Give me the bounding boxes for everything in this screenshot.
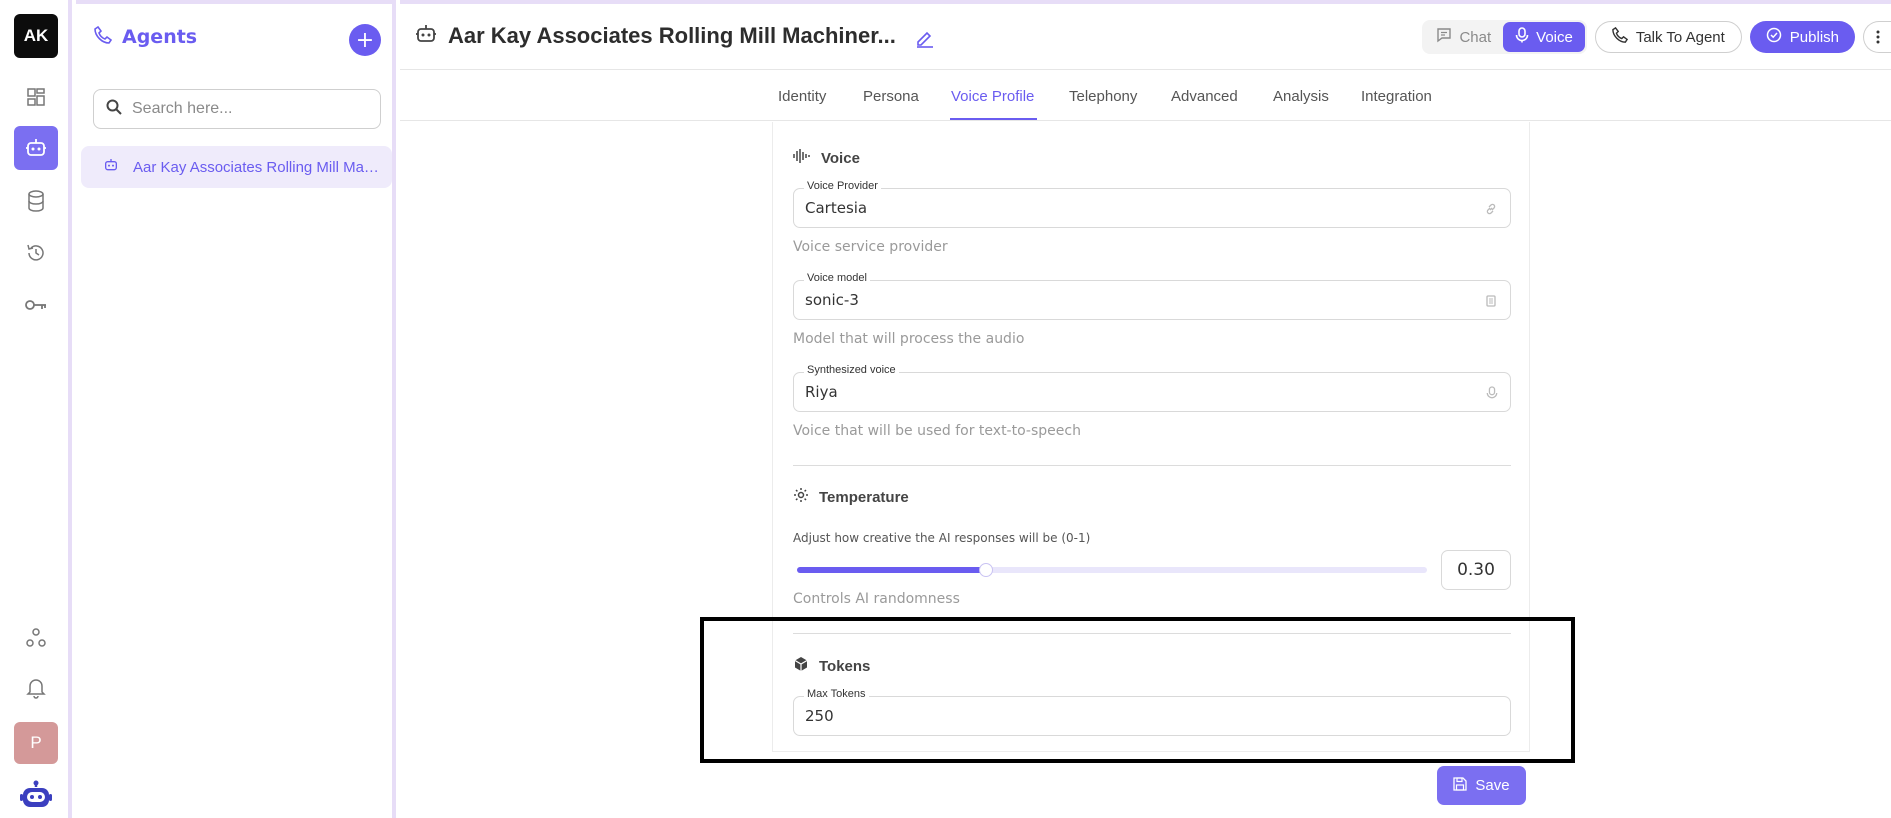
mode-toggle: Chat Voice <box>1422 20 1587 54</box>
phone-icon <box>94 25 113 48</box>
temperature-section-title: Temperature <box>819 488 909 506</box>
save-icon <box>1453 776 1468 795</box>
section-divider <box>793 465 1511 466</box>
voice-provider-value: Cartesia <box>805 199 868 217</box>
user-avatar[interactable]: P <box>14 722 58 764</box>
icon-rail: AK P <box>0 0 72 818</box>
publish-label: Publish <box>1789 28 1839 46</box>
chat-label: Chat <box>1459 28 1492 46</box>
voice-model-value: sonic-3 <box>805 291 859 309</box>
dashboard-icon[interactable] <box>14 75 58 119</box>
voice-mode-button[interactable]: Voice <box>1503 22 1585 52</box>
tab-telephony[interactable]: Telephony <box>1069 88 1137 105</box>
agent-title: Aar Kay Associates Rolling Mill Machiner… <box>448 23 896 48</box>
tab-voice-profile[interactable]: Voice Profile <box>951 88 1034 105</box>
header-actions: Chat Voice Talk To Agent Publish <box>1422 20 1891 54</box>
tab-integration[interactable]: Integration <box>1361 88 1432 105</box>
history-icon[interactable] <box>14 231 58 275</box>
temperature-slider-fill <box>797 567 986 573</box>
synthesized-voice-help: Voice that will be used for text-to-spee… <box>793 423 1081 439</box>
agents-panel: Agents + Aar Kay Associates Rolling Mill… <box>76 0 396 818</box>
voice-label: Voice <box>1536 28 1573 46</box>
chat-mode-button[interactable]: Chat <box>1424 22 1503 52</box>
tab-persona[interactable]: Persona <box>863 88 919 105</box>
active-tab-indicator <box>950 118 1037 120</box>
tab-identity[interactable]: Identity <box>778 88 826 105</box>
robot-icon <box>414 22 438 50</box>
agents-title: Agents <box>122 26 198 48</box>
temperature-slider[interactable] <box>797 563 1427 577</box>
profile-tabs: Identity Persona Voice Profile Telephony… <box>400 70 1891 121</box>
voice-section-header: Voice <box>793 148 860 168</box>
robot-icon[interactable] <box>14 126 58 170</box>
workspace-logo[interactable]: AK <box>14 14 58 58</box>
search-icon <box>106 99 122 119</box>
voice-provider-help: Voice service provider <box>793 239 948 255</box>
add-agent-button[interactable]: + <box>349 24 381 56</box>
mic-icon <box>1515 27 1529 47</box>
voice-provider-label: Voice Provider <box>804 180 881 192</box>
more-options-icon[interactable] <box>1863 21 1891 53</box>
agent-title-wrap: Aar Kay Associates Rolling Mill Machiner… <box>414 22 896 50</box>
chip-icon <box>1484 293 1498 312</box>
team-icon[interactable] <box>14 616 58 660</box>
temperature-value-input[interactable]: 0.30 <box>1441 550 1511 590</box>
talk-label: Talk To Agent <box>1635 28 1725 46</box>
voice-model-label: Voice model <box>804 272 870 284</box>
highlight-box <box>700 617 1575 763</box>
publish-button[interactable]: Publish <box>1749 21 1855 53</box>
robot-icon <box>103 157 119 177</box>
voice-model-field[interactable]: Voice model sonic-3 <box>793 272 1511 320</box>
temperature-description: Adjust how creative the AI responses wil… <box>793 531 1091 545</box>
tab-analysis[interactable]: Analysis <box>1273 88 1329 105</box>
check-circle-icon <box>1766 27 1782 47</box>
search-input[interactable] <box>132 100 362 118</box>
voice-provider-field[interactable]: Voice Provider Cartesia <box>793 180 1511 228</box>
mic-icon <box>1486 385 1498 404</box>
agent-list-item[interactable]: Aar Kay Associates Rolling Mill Machiner… <box>81 146 392 188</box>
synthesized-voice-value: Riya <box>805 383 838 401</box>
agent-header: Aar Kay Associates Rolling Mill Machiner… <box>400 0 1891 70</box>
talk-to-agent-button[interactable]: Talk To Agent <box>1594 21 1742 53</box>
synthesized-voice-field[interactable]: Synthesized voice Riya <box>793 364 1511 412</box>
agent-search <box>93 89 381 129</box>
gear-icon <box>793 487 809 507</box>
tab-advanced[interactable]: Advanced <box>1171 88 1238 105</box>
voice-model-help: Model that will process the audio <box>793 331 1025 347</box>
link-icon <box>1484 201 1498 220</box>
key-icon[interactable] <box>14 283 58 327</box>
save-label: Save <box>1475 777 1510 794</box>
bot-logo-icon <box>14 776 58 814</box>
voice-section-title: Voice <box>821 149 860 167</box>
waveform-icon <box>793 148 811 168</box>
chat-icon <box>1436 27 1452 47</box>
synthesized-voice-label: Synthesized voice <box>804 364 899 376</box>
phone-icon <box>1612 26 1628 47</box>
temperature-section-header: Temperature <box>793 487 909 507</box>
save-button[interactable]: Save <box>1437 766 1526 805</box>
agent-list-item-label: Aar Kay Associates Rolling Mill Machiner… <box>133 158 383 176</box>
agents-header: Agents <box>94 25 198 48</box>
bell-icon[interactable] <box>14 666 58 710</box>
database-icon[interactable] <box>14 179 58 223</box>
edit-icon[interactable] <box>915 28 935 52</box>
temperature-help: Controls AI randomness <box>793 591 960 607</box>
temperature-slider-thumb[interactable] <box>979 563 993 577</box>
